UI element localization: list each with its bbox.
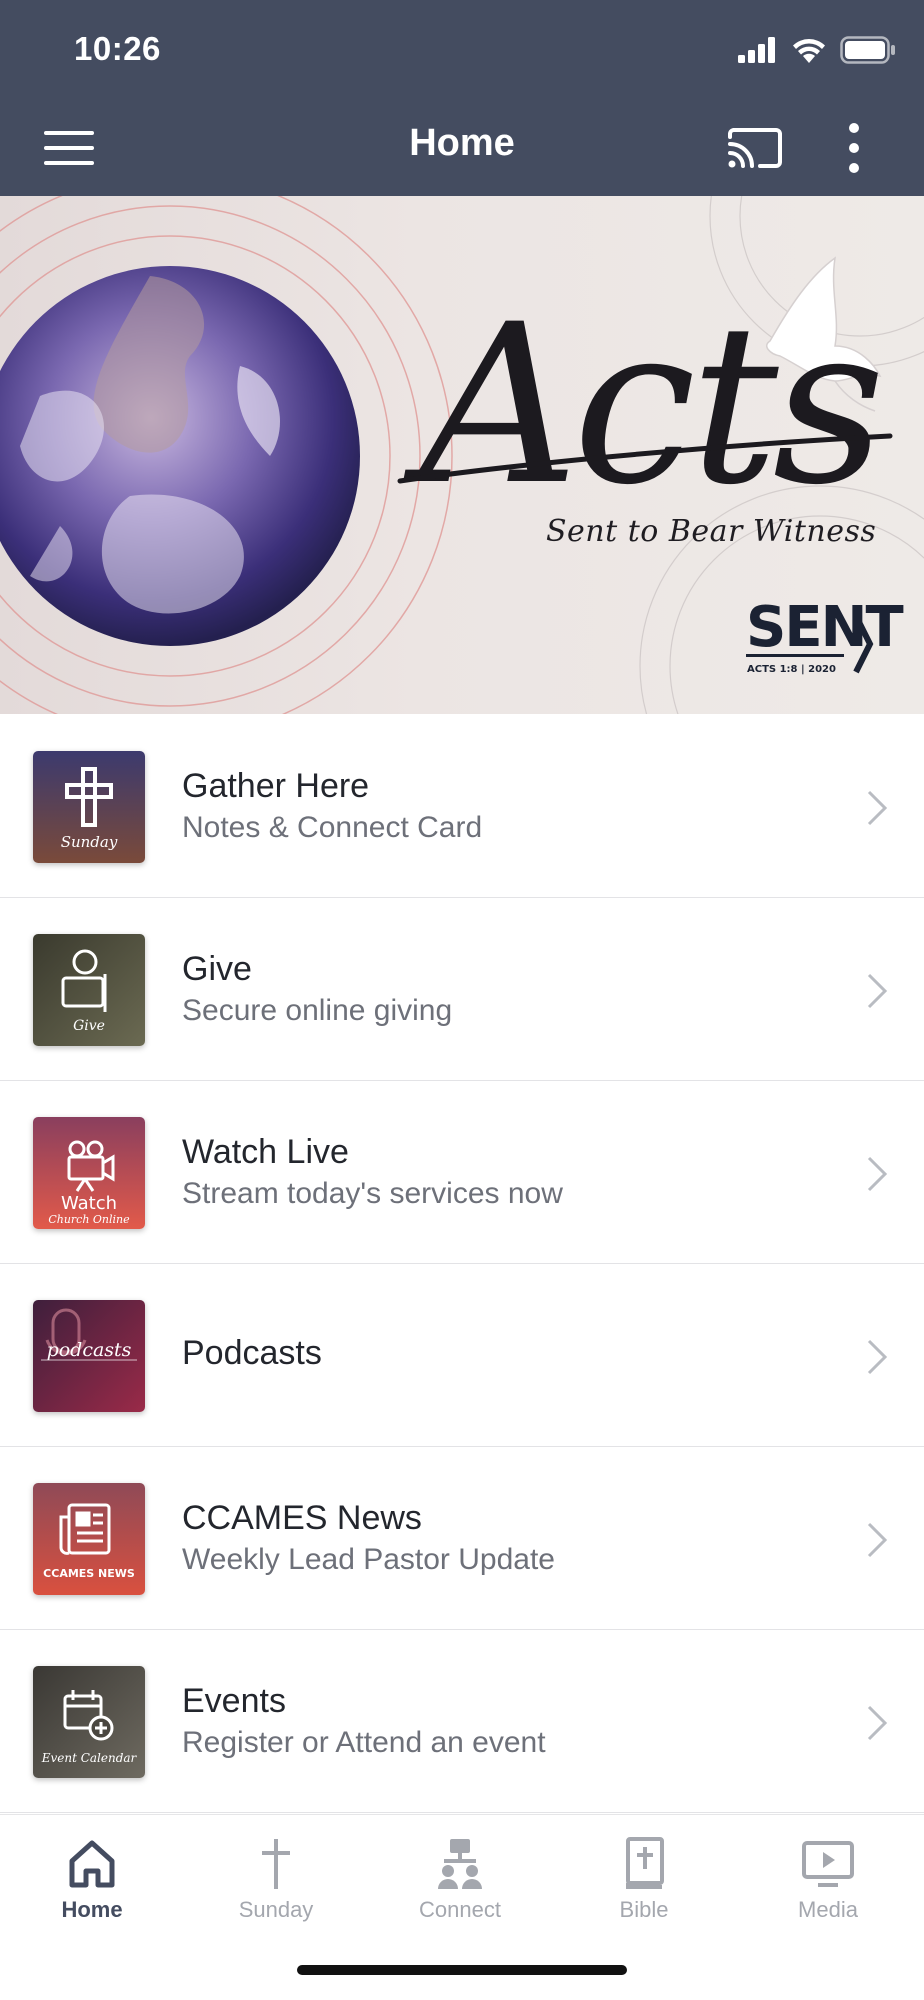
svg-text:Give: Give [73,1018,105,1034]
tab-label: Connect [419,1897,501,1922]
chevron-right-icon [867,1522,888,1558]
chevron-right-icon [867,790,888,826]
chevron-right-icon [867,1339,888,1375]
app-header: 10:26 Home [0,0,924,196]
list-item-subtitle: Secure online giving [182,994,453,1027]
battery-icon [840,36,895,64]
hero-subtitle: Sent to Bear Witness [546,514,877,549]
cellular-signal-icon [738,37,775,63]
media-icon [802,1841,854,1887]
svg-text:Sunday: Sunday [61,833,118,851]
chevron-right-icon [867,973,888,1009]
tab-home[interactable]: Home [0,1815,184,1935]
status-time: 10:26 [74,30,161,67]
connect-icon [438,1839,482,1889]
list-item-title: Watch Live [182,1133,349,1171]
list-item-give[interactable]: Give Give Secure online giving [0,898,924,1081]
cast-icon[interactable] [728,126,782,170]
gather-here-thumbnail: Sunday [33,751,145,863]
status-icons [738,34,896,66]
tab-label: Sunday [238,1897,314,1922]
tab-label: Bible [619,1897,669,1922]
list-item-title: Give [182,950,252,988]
tab-label: Home [61,1897,123,1922]
bible-icon [626,1837,664,1889]
svg-text:podcasts: podcasts [47,1339,132,1361]
chevron-right-icon [867,1156,888,1192]
more-options-icon[interactable] [842,122,866,174]
ccames-news-thumbnail: CCAMES NEWS [33,1483,145,1595]
tab-bible[interactable]: Bible [552,1815,736,1935]
content-list: Sunday Gather Here Notes & Connect Card … [0,715,924,1813]
home-icon [69,1840,115,1888]
events-thumbnail: Event Calendar [33,1666,145,1778]
list-item-title: Podcasts [182,1334,322,1372]
svg-text:Church Online: Church Online [48,1213,130,1226]
list-item-subtitle: Weekly Lead Pastor Update [182,1543,555,1576]
svg-text:Watch: Watch [61,1193,117,1214]
wifi-icon [793,39,825,63]
tab-connect[interactable]: Connect [368,1815,552,1935]
list-item-gather-here[interactable]: Sunday Gather Here Notes & Connect Card [0,715,924,898]
list-item-title: Events [182,1682,286,1720]
list-item-subtitle: Notes & Connect Card [182,811,483,844]
sent-logo: SENT ACTS 1:8 | 2020 [746,595,905,675]
tab-sunday[interactable]: Sunday [184,1815,368,1935]
svg-text:ACTS 1:8 | 2020: ACTS 1:8 | 2020 [747,664,836,675]
give-thumbnail: Give [33,934,145,1046]
hero-banner[interactable]: Acts SENT ACTS 1:8 | 2020 Sent to Bear W… [0,196,924,714]
earth-image [0,266,360,646]
podcasts-thumbnail: podcasts [33,1300,145,1412]
svg-text:CCAMES NEWS: CCAMES NEWS [43,1567,135,1580]
list-item-events[interactable]: Event Calendar Events Register or Attend… [0,1630,924,1813]
watch-live-thumbnail: Watch Church Online [33,1117,145,1229]
list-item-title: Gather Here [182,767,370,805]
cross-icon [262,1839,290,1889]
svg-text:Event Calendar: Event Calendar [41,1751,138,1765]
tab-label: Media [798,1897,858,1922]
page-title: Home [409,122,515,164]
list-item-ccames-news[interactable]: CCAMES NEWS CCAMES News Weekly Lead Past… [0,1447,924,1630]
list-item-watch-live[interactable]: Watch Church Online Watch Live Stream to… [0,1081,924,1264]
tab-media[interactable]: Media [736,1815,920,1935]
home-indicator [297,1965,627,1975]
svg-text:SENT: SENT [746,595,903,660]
list-item-subtitle: Stream today's services now [182,1177,563,1210]
list-item-subtitle: Register or Attend an event [182,1726,546,1759]
hero-script-title: Acts [403,277,879,533]
chevron-right-icon [867,1705,888,1741]
list-item-title: CCAMES News [182,1499,422,1537]
list-item-podcasts[interactable]: podcasts Podcasts [0,1264,924,1447]
